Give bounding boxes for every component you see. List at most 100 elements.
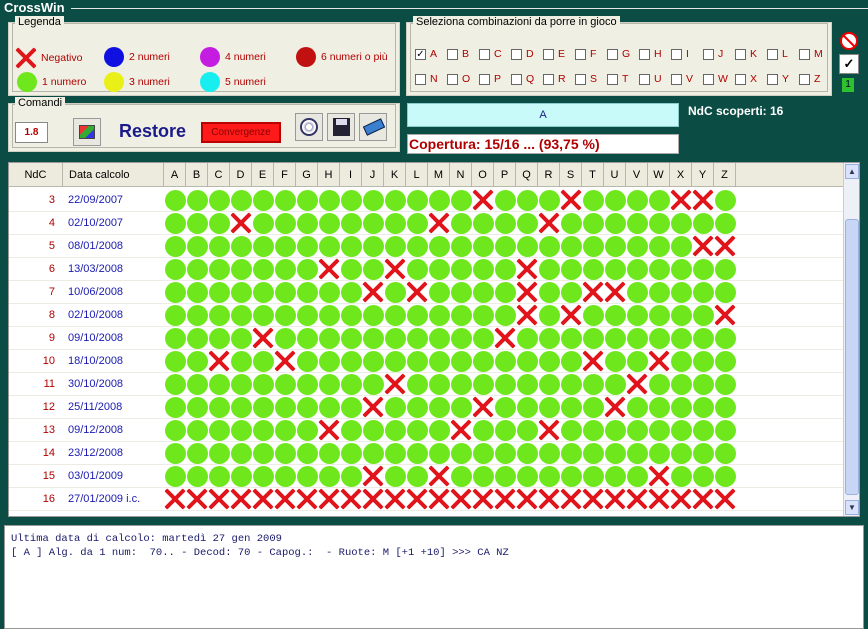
checkbox-box[interactable]: [671, 73, 682, 85]
one-number-dot: [164, 258, 186, 280]
legend-negativo: Negativo: [15, 47, 82, 69]
checkbox-e[interactable]: E: [543, 48, 565, 60]
checkbox-r[interactable]: R: [543, 73, 566, 85]
checkbox-b[interactable]: B: [447, 48, 469, 60]
checkbox-j[interactable]: J: [703, 48, 723, 60]
checkbox-s[interactable]: S: [575, 73, 597, 85]
checkbox-x[interactable]: X: [735, 73, 757, 85]
checkbox-z[interactable]: Z: [799, 73, 820, 85]
checkbox-y[interactable]: Y: [767, 73, 789, 85]
checkbox-box[interactable]: [671, 48, 682, 60]
checkbox-u[interactable]: U: [639, 73, 662, 85]
checkbox-label: N: [430, 73, 438, 85]
checkbox-box[interactable]: [543, 48, 554, 60]
one-number-dot: [208, 419, 230, 441]
checkbox-l[interactable]: L: [767, 48, 788, 60]
checkbox-box[interactable]: [511, 48, 522, 60]
checkbox-n[interactable]: N: [415, 73, 438, 85]
checkbox-box[interactable]: [447, 73, 458, 85]
checkbox-g[interactable]: G: [607, 48, 630, 60]
save-icon[interactable]: [327, 113, 355, 141]
checkbox-v[interactable]: V: [671, 73, 693, 85]
checkbox-box[interactable]: [575, 73, 586, 85]
checkbox-box[interactable]: [607, 48, 618, 60]
results-grid: NdC Data calcolo ABCDEFGHIJKLMNOPQRSTUVW…: [8, 162, 860, 517]
one-number-dot: [384, 350, 406, 372]
row-divider: [9, 464, 845, 465]
one-number-dot: [516, 419, 538, 441]
checkbox-a[interactable]: ✓ A: [415, 48, 437, 60]
one-number-dot: [318, 465, 340, 487]
checkbox-box[interactable]: [575, 48, 586, 60]
checkbox-box[interactable]: [511, 73, 522, 85]
checkbox-box[interactable]: [703, 48, 714, 60]
negative-x-icon: [472, 396, 494, 418]
one-number-dot: [516, 235, 538, 257]
one-number-dot: [274, 327, 296, 349]
checkbox-h[interactable]: H: [639, 48, 662, 60]
checkbox-box[interactable]: [447, 48, 458, 60]
checkbox-box[interactable]: [415, 73, 426, 85]
checkbox-box[interactable]: [767, 73, 778, 85]
checkbox-box[interactable]: [639, 48, 650, 60]
chart-icon[interactable]: [73, 118, 101, 146]
version-button[interactable]: 1.8: [15, 122, 48, 143]
one-number-dot: [406, 258, 428, 280]
checkbox-q[interactable]: Q: [511, 73, 534, 85]
checkbox-t[interactable]: T: [607, 73, 628, 85]
checkbox-box[interactable]: [479, 73, 490, 85]
checkbox-w[interactable]: W: [703, 73, 728, 85]
checkbox-d[interactable]: D: [511, 48, 534, 60]
checkbox-i[interactable]: I: [671, 48, 689, 60]
restore-button[interactable]: Restore: [119, 121, 186, 142]
checkbox-box[interactable]: [639, 73, 650, 85]
one-number-dot: [582, 212, 604, 234]
checkbox-box[interactable]: [799, 48, 810, 60]
one-number-dot: [494, 373, 516, 395]
one-number-dot: [340, 442, 362, 464]
checkbox-box[interactable]: [735, 73, 746, 85]
checkbox-p[interactable]: P: [479, 73, 501, 85]
checkbox-k[interactable]: K: [735, 48, 757, 60]
negative-x-icon: [538, 488, 560, 510]
one-number-dot: [626, 212, 648, 234]
checkbox-box[interactable]: [767, 48, 778, 60]
one-number-dot: [538, 442, 560, 464]
globe-icon[interactable]: [295, 113, 323, 141]
one-number-dot: [406, 327, 428, 349]
checkbox-f[interactable]: F: [575, 48, 596, 60]
one-number-dot: [252, 373, 274, 395]
checkbox-box[interactable]: [799, 73, 810, 85]
checkbox-box[interactable]: [479, 48, 490, 60]
cancel-icon[interactable]: [840, 32, 858, 50]
books-icon[interactable]: [359, 113, 387, 141]
one-number-dot: [648, 212, 670, 234]
checkbox-box[interactable]: [703, 73, 714, 85]
one-number-dot: [670, 373, 692, 395]
checkbox-box[interactable]: [543, 73, 554, 85]
one-number-dot: [714, 327, 736, 349]
check-icon[interactable]: ✓: [839, 54, 859, 74]
one-number-dot: [428, 396, 450, 418]
grid-scrollbar[interactable]: ▲ ▼: [843, 163, 859, 516]
negative-x-icon: [384, 488, 406, 510]
header-col-i: I: [340, 163, 362, 187]
scroll-down-icon[interactable]: ▼: [845, 500, 859, 515]
one-number-dot: [582, 304, 604, 326]
checkbox-o[interactable]: O: [447, 73, 470, 85]
one-number-dot: [648, 235, 670, 257]
checkbox-box[interactable]: ✓: [415, 48, 426, 60]
one-number-dot: [472, 281, 494, 303]
checkbox-c[interactable]: C: [479, 48, 502, 60]
legend-6-numeri: 6 numeri o più: [296, 47, 388, 67]
checkbox-m[interactable]: M: [799, 48, 823, 60]
checkbox-box[interactable]: [607, 73, 618, 85]
checkbox-label: V: [686, 73, 694, 85]
scroll-thumb[interactable]: [845, 219, 859, 495]
convergenze-button[interactable]: Convergenze: [201, 122, 281, 143]
one-number-dot: [472, 235, 494, 257]
checkbox-box[interactable]: [735, 48, 746, 60]
one-number-dot: [626, 258, 648, 280]
output-log[interactable]: Ultima data di calcolo: martedì 27 gen 2…: [4, 525, 864, 629]
scroll-up-icon[interactable]: ▲: [845, 164, 859, 179]
